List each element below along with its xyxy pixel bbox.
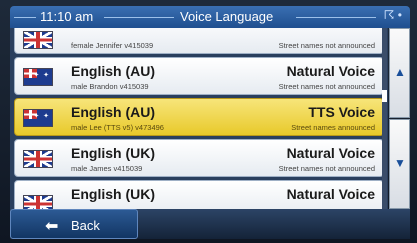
voice-detail: male Lee (TTS v5) v473496 [71, 123, 164, 132]
clock: 11:10 am [40, 9, 94, 24]
scroll-up-button[interactable]: ▲ [389, 28, 410, 118]
street-names-status: Street names not announced [278, 82, 375, 91]
scroll-down-button[interactable]: ▼ [389, 119, 410, 209]
au-flag-icon [23, 68, 53, 86]
voice-list[interactable]: female Jennifer v415039 Street names not… [10, 28, 388, 209]
list-item[interactable]: English (UK) Natural Voice [14, 180, 384, 209]
title-divider [104, 17, 174, 18]
street-names-status: Street names announced [291, 123, 375, 132]
scrollbar-thumb[interactable] [382, 90, 387, 102]
voice-language: English (AU) [71, 104, 155, 120]
title-divider [296, 17, 376, 18]
arrow-up-icon: ▲ [394, 65, 406, 79]
voice-type: TTS Voice [308, 104, 375, 120]
uk-flag-icon [23, 150, 53, 168]
voice-type: Natural Voice [286, 145, 375, 161]
voice-language: English (UK) [71, 186, 155, 202]
voice-detail: female Jennifer v415039 [71, 41, 154, 50]
bottom-bar: ⬅ Back [10, 209, 410, 239]
voice-language: English (UK) [71, 145, 155, 161]
status-icons: ☈ • [383, 8, 402, 22]
uk-flag-icon [23, 195, 53, 209]
street-names-status: Street names not announced [278, 164, 375, 173]
au-flag-icon [23, 109, 53, 127]
title-bar: 11:10 am Voice Language ☈ • [10, 6, 410, 28]
back-arrow-icon: ⬅ [45, 218, 59, 235]
voice-language: English (AU) [71, 63, 155, 79]
arrow-down-icon: ▼ [394, 156, 406, 170]
voice-detail: male Brandon v415039 [71, 82, 149, 91]
back-label: Back [71, 218, 100, 233]
title-divider [14, 17, 36, 18]
list-item[interactable]: female Jennifer v415039 Street names not… [14, 28, 384, 54]
back-button[interactable]: ⬅ Back [10, 209, 138, 239]
list-item[interactable]: English (UK) Natural Voice male James v4… [14, 139, 384, 177]
voice-detail: male James v415039 [71, 164, 143, 173]
page-title: Voice Language [180, 9, 274, 24]
list-item[interactable]: English (AU) Natural Voice male Brandon … [14, 57, 384, 95]
scrollbar[interactable] [382, 28, 387, 209]
voice-type: Natural Voice [286, 186, 375, 202]
uk-flag-icon [23, 31, 53, 49]
street-names-status: Street names not announced [278, 41, 375, 50]
screen: 11:10 am Voice Language ☈ • female Jenni… [0, 0, 417, 243]
voice-type: Natural Voice [286, 63, 375, 79]
list-item-selected[interactable]: English (AU) TTS Voice male Lee (TTS v5)… [14, 98, 384, 136]
